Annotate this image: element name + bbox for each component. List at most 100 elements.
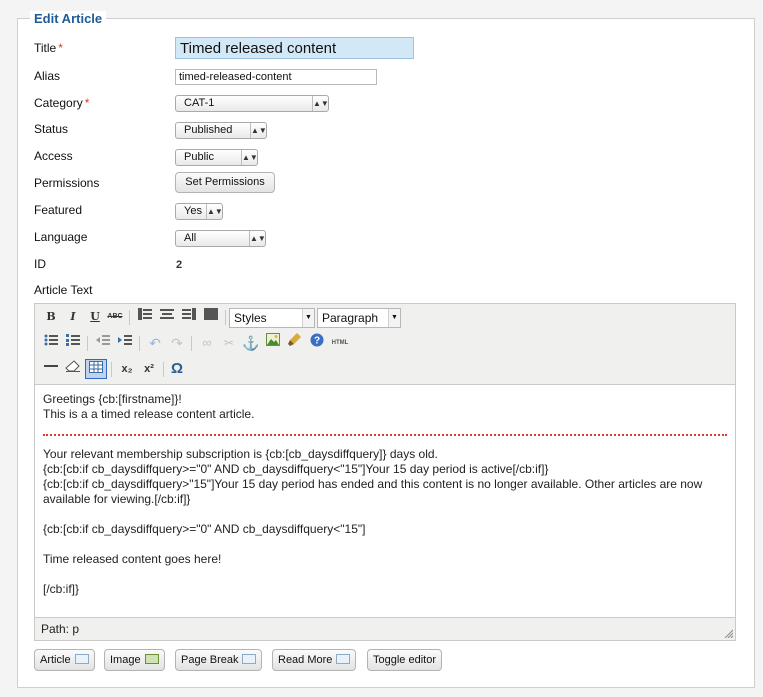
title-label-text: Title <box>34 41 57 55</box>
insert-image-button[interactable]: Image <box>104 649 165 671</box>
select-arrows-icon: ▲▼ <box>312 96 329 111</box>
toolbar-row-3: x₂ x² Ω <box>41 359 731 383</box>
toolbar-row-1: B I U ABC Styles ▼ Paragraph ▼ <box>41 307 731 331</box>
help-icon[interactable]: ? <box>307 333 327 353</box>
language-value: All <box>184 232 197 244</box>
page-break-button[interactable]: Page Break <box>175 649 263 671</box>
alias-input[interactable] <box>175 69 377 85</box>
html-source-button[interactable]: HTML <box>327 333 353 353</box>
set-permissions-button[interactable]: Set Permissions <box>175 172 275 193</box>
svg-text:?: ? <box>314 336 320 347</box>
rich-text-editor: B I U ABC Styles ▼ Paragraph ▼ ↶ ↷ ∞ ✂ ⚓… <box>34 303 736 641</box>
featured-label: Featured <box>34 203 83 217</box>
styles-dropdown-label: Styles <box>234 311 267 325</box>
access-label: Access <box>34 149 73 163</box>
toolbar-separator <box>225 310 226 325</box>
format-dropdown[interactable]: Paragraph ▼ <box>317 308 401 328</box>
outdent-icon[interactable] <box>93 333 113 353</box>
italic-button[interactable]: I <box>63 307 83 327</box>
subscript-button[interactable]: x₂ <box>117 359 137 379</box>
indent-icon[interactable] <box>115 333 135 353</box>
numbered-list-icon[interactable] <box>63 333 83 353</box>
category-label-text: Category <box>34 96 83 110</box>
align-right-icon[interactable] <box>179 307 199 327</box>
bold-button[interactable]: B <box>41 307 61 327</box>
eraser-icon[interactable] <box>63 359 83 379</box>
content-line: {cb:[cb:if cb_daysdiffquery>="0" AND cb_… <box>43 462 549 476</box>
category-select[interactable]: CAT-1 ▲▼ <box>175 95 329 112</box>
select-arrows-icon: ▲▼ <box>241 150 258 165</box>
content-line: Greetings {cb:[firstname]}! <box>43 392 182 406</box>
article-text-label: Article Text <box>34 283 93 297</box>
redo-icon[interactable]: ↷ <box>167 333 187 353</box>
align-center-icon[interactable] <box>157 307 177 327</box>
toolbar-separator <box>87 336 88 351</box>
dropdown-arrow-icon: ▼ <box>388 309 400 327</box>
access-select[interactable]: Public ▲▼ <box>175 149 258 166</box>
read-more-button-label: Read More <box>278 654 333 666</box>
permissions-label: Permissions <box>34 176 100 190</box>
cleanup-icon[interactable] <box>285 333 305 353</box>
strikethrough-button[interactable]: ABC <box>105 307 125 327</box>
title-label: Title * <box>34 38 63 58</box>
required-mark: * <box>84 96 90 110</box>
status-value: Published <box>184 124 233 136</box>
content-line: Time released content goes here! <box>43 552 222 566</box>
align-justify-icon[interactable] <box>201 307 221 327</box>
read-more-button[interactable]: Read More <box>272 649 357 671</box>
bullet-list-icon[interactable] <box>41 333 61 353</box>
language-label: Language <box>34 230 88 244</box>
toolbar-separator <box>129 310 130 325</box>
align-left-icon[interactable] <box>135 307 155 327</box>
element-path: Path: p <box>41 622 80 636</box>
edit-article-fieldset: Edit Article Title* Alias Category* CAT-… <box>17 11 755 688</box>
image-button-label: Image <box>110 654 141 666</box>
image-icon[interactable] <box>263 333 283 353</box>
link-icon[interactable]: ∞ <box>197 333 217 353</box>
resize-grip-icon[interactable] <box>723 628 733 638</box>
editor-path-bar: Path: p <box>35 618 735 640</box>
toolbar-separator <box>191 336 192 351</box>
anchor-icon[interactable]: ⚓ <box>241 333 261 353</box>
fieldset-legend: Edit Article <box>30 11 107 26</box>
page-break-marker <box>43 434 727 436</box>
category-value: CAT-1 <box>184 97 215 109</box>
special-character-button[interactable]: Ω <box>167 359 187 379</box>
toggle-editor-button[interactable]: Toggle editor <box>367 649 442 671</box>
language-select[interactable]: All ▲▼ <box>175 230 266 247</box>
editor-content-area[interactable]: Greetings {cb:[firstname]}! This is a a … <box>35 384 735 618</box>
content-line: Your relevant membership subscription is… <box>43 447 438 461</box>
insert-article-button[interactable]: Article <box>34 649 95 671</box>
title-input[interactable] <box>175 37 414 59</box>
select-arrows-icon: ▲▼ <box>249 231 266 246</box>
undo-icon[interactable]: ↶ <box>145 333 165 353</box>
article-button-label: Article <box>40 654 71 666</box>
page-break-button-label: Page Break <box>181 654 239 666</box>
unlink-icon[interactable]: ✂ <box>219 333 239 353</box>
id-label: ID <box>34 257 46 271</box>
toolbar-separator <box>139 336 140 351</box>
content-line: [/cb:if]} <box>43 582 80 596</box>
content-line: This is a a timed release content articl… <box>43 407 255 421</box>
format-dropdown-label: Paragraph <box>322 311 379 325</box>
content-line: {cb:[cb:if cb_daysdiffquery>="0" AND cb_… <box>43 522 366 536</box>
toolbar-separator <box>111 362 112 377</box>
visual-aid-icon[interactable] <box>85 359 107 379</box>
category-label: Category * <box>34 93 89 113</box>
styles-dropdown[interactable]: Styles ▼ <box>229 308 315 328</box>
underline-button[interactable]: U <box>85 307 105 327</box>
read-more-icon <box>336 654 351 664</box>
page-break-icon <box>242 654 257 664</box>
toolbar-row-2: ↶ ↷ ∞ ✂ ⚓ ? HTML <box>41 333 731 357</box>
alias-label: Alias <box>34 69 61 83</box>
featured-select[interactable]: Yes ▲▼ <box>175 203 223 220</box>
superscript-button[interactable]: x² <box>139 359 159 379</box>
status-select[interactable]: Published ▲▼ <box>175 122 267 139</box>
image-icon <box>144 654 159 664</box>
horizontal-rule-icon[interactable] <box>41 359 61 379</box>
required-mark: * <box>58 41 63 55</box>
article-icon <box>74 654 89 664</box>
